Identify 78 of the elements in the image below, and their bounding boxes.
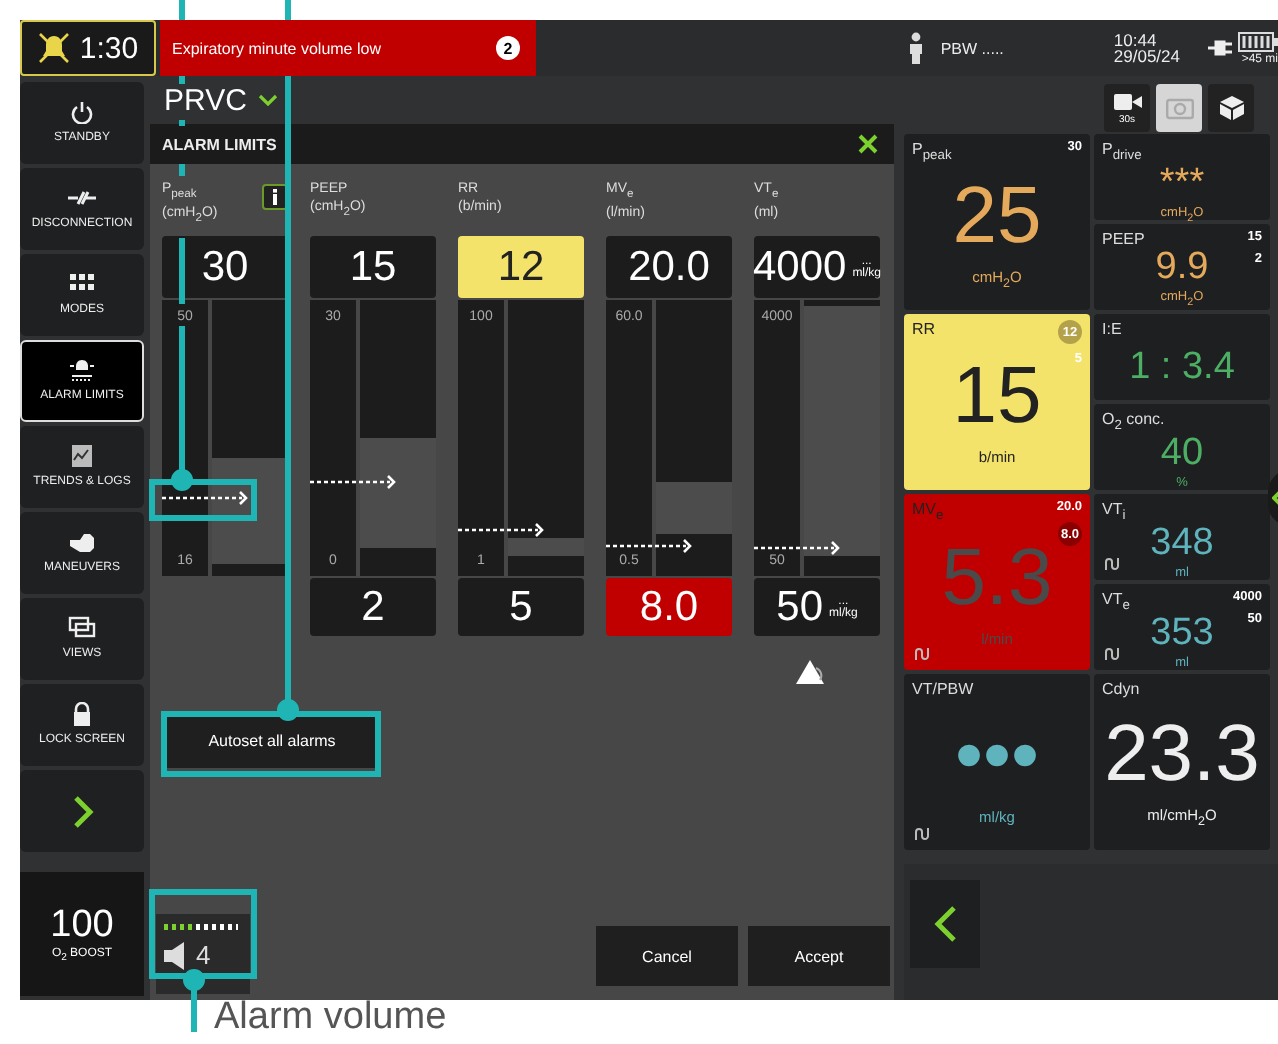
hand-icon: [68, 530, 96, 555]
alarm-count-badge: 2: [496, 36, 520, 60]
alarm-banner[interactable]: Expiratory minute volume low 2: [160, 20, 536, 76]
volume-value: 4: [196, 940, 211, 970]
parameter-value: 40: [1160, 433, 1204, 472]
parameter-value: •••: [954, 716, 1039, 796]
plug-icon: [1208, 38, 1232, 58]
parameter-name: VT$_{i}$: [1102, 500, 1126, 524]
speaker-icon: [164, 941, 188, 969]
sidebar-button[interactable]: [20, 770, 144, 852]
low-limit-field[interactable]: 2: [310, 578, 436, 636]
parameter-value: 25: [952, 176, 1042, 257]
chevron-down-icon: [258, 94, 279, 106]
alarm-message: Expiratory minute volume low: [172, 39, 381, 57]
parameter-name: VT$_{e}$: [1102, 590, 1130, 614]
camera-icon: [1165, 96, 1193, 120]
parameter-value: 15: [952, 356, 1042, 436]
parameter-value: 23.3: [1104, 713, 1260, 794]
parameter-value: 9.9: [1155, 248, 1209, 286]
mode-selector[interactable]: PRVC: [164, 83, 279, 117]
high-limit-field[interactable]: 30: [162, 236, 288, 298]
cube-icon: [1217, 96, 1245, 120]
limit-range-track[interactable]: [212, 300, 288, 576]
low-limit-field[interactable]: 8.0: [606, 578, 732, 636]
upper-limit-handle[interactable]: [804, 300, 880, 306]
bell-icon: [68, 358, 96, 383]
view-button[interactable]: [1208, 84, 1254, 132]
limit-range-track[interactable]: [804, 300, 880, 576]
alarm-silence-button[interactable]: 1:30: [20, 20, 156, 76]
warning-triangle-icon: [796, 660, 826, 684]
parameter-name: RR: [912, 320, 936, 338]
chevron-right-icon: [70, 793, 94, 829]
clock-time: 10:44: [1113, 31, 1159, 48]
parameter-value: 5.3: [941, 538, 1053, 619]
person-icon: [908, 32, 925, 64]
pbw-value: PBW .....: [940, 39, 1004, 57]
high-limit-field[interactable]: 15: [310, 236, 436, 298]
parameter-name: VT/PBW: [912, 680, 974, 698]
upper-limit-handle[interactable]: [656, 300, 732, 483]
lower-limit-handle[interactable]: [212, 564, 288, 576]
close-icon[interactable]: [858, 134, 878, 154]
high-limit-field[interactable]: 20.0: [606, 236, 732, 298]
callout-label: Alarm volume: [214, 998, 447, 1040]
parameter-name: Cdyn: [1102, 680, 1140, 698]
parameter-value: 348: [1150, 523, 1214, 562]
lower-limit-handle[interactable]: [656, 534, 732, 576]
parameter-value: ***: [1159, 163, 1205, 202]
limit-range-track[interactable]: [360, 300, 436, 576]
high-limit-field[interactable]: 12: [458, 236, 584, 298]
info-icon[interactable]: [262, 184, 288, 210]
parameter-value: 1 : 3.4: [1129, 347, 1235, 385]
parameter-value: 353: [1150, 613, 1214, 652]
back-button[interactable]: [910, 880, 980, 968]
lower-limit-handle[interactable]: [508, 556, 584, 576]
limit-range-track[interactable]: [656, 300, 732, 576]
parameter-name: P$_{peak}$: [912, 140, 952, 164]
dialog-title: ALARM LIMITS: [162, 135, 277, 153]
chevron-left-icon: [933, 904, 957, 944]
parameter-name: I:E: [1102, 320, 1122, 338]
battery-icon: [1238, 31, 1278, 51]
power-icon: [68, 100, 96, 125]
lower-limit-handle[interactable]: [360, 548, 436, 576]
parameter-name: O$_{2}$ conc.: [1102, 410, 1165, 434]
parameter-name: MV$_{e}$: [912, 500, 944, 524]
chart-icon: [68, 444, 96, 469]
bell-slash-icon: [37, 32, 70, 64]
video-camera-icon: [1113, 90, 1141, 114]
dialog-button[interactable]: Accept: [748, 926, 890, 986]
lock-icon: [68, 702, 96, 727]
upper-limit-handle[interactable]: [212, 300, 288, 458]
windows-icon: [68, 616, 96, 641]
date: 29/05/24: [1113, 48, 1180, 65]
parameter-name: P$_{drive}$: [1102, 140, 1142, 164]
low-limit-field[interactable]: 5: [458, 578, 584, 636]
dialog-button[interactable]: Cancel: [596, 926, 738, 986]
lower-limit-handle[interactable]: [804, 556, 880, 576]
upper-limit-handle[interactable]: [360, 300, 436, 438]
parameter-name: PEEP: [1102, 230, 1145, 248]
